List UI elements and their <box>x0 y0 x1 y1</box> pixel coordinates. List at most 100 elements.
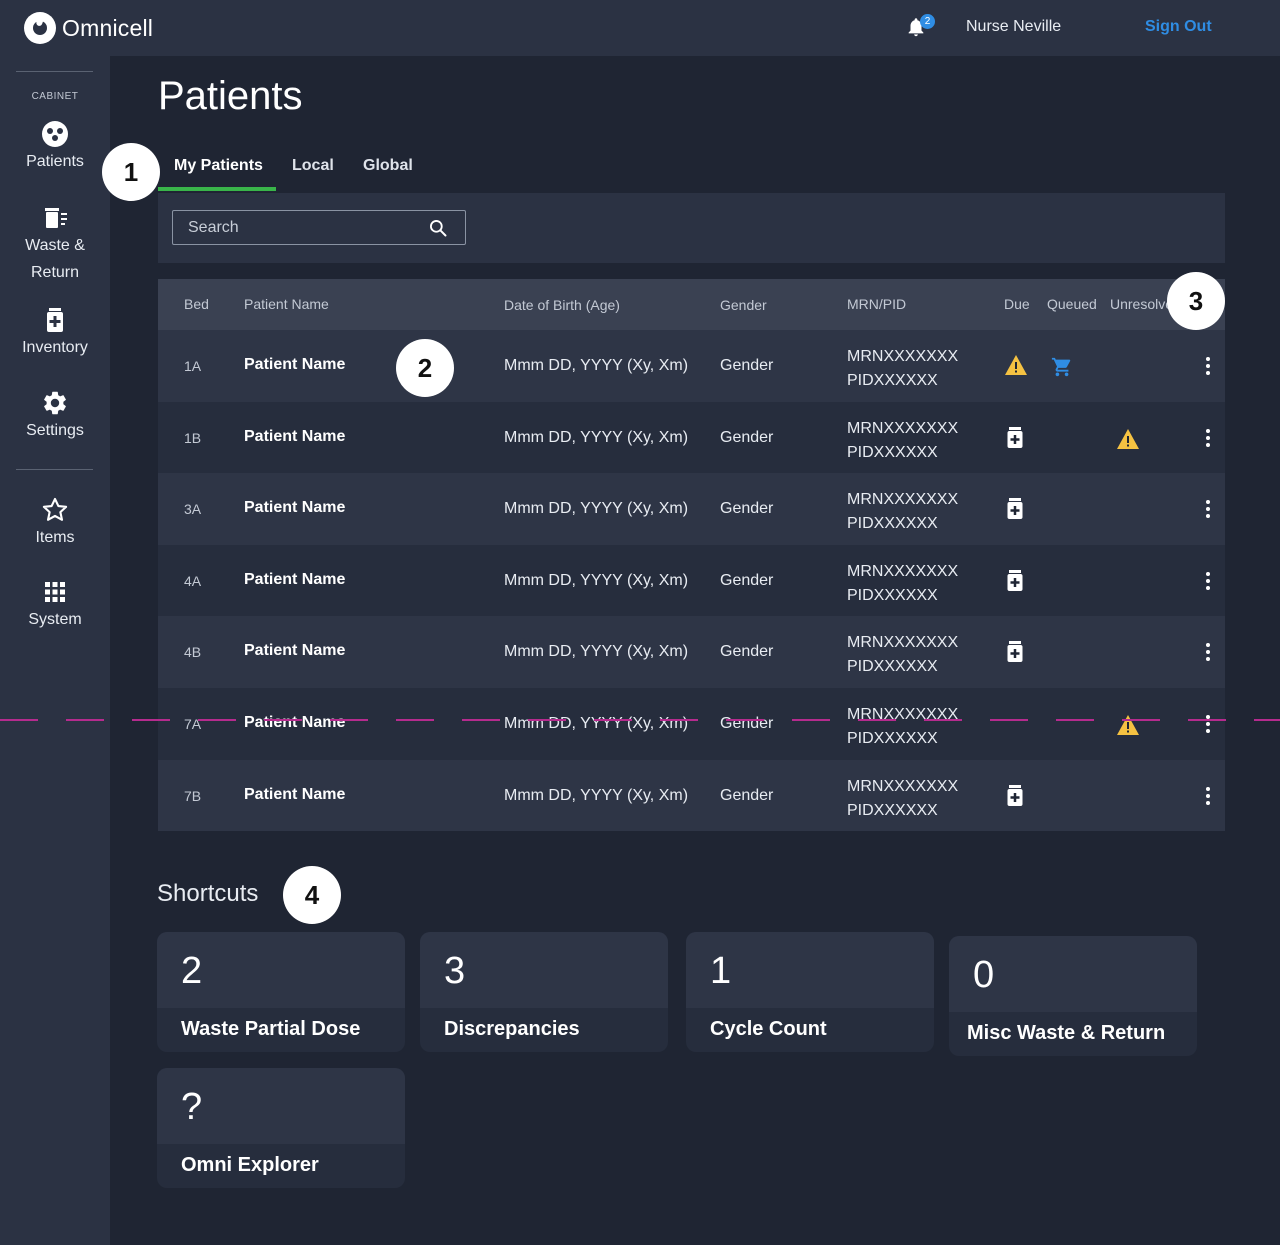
annotation-callout: 2 <box>396 339 454 397</box>
tab-local[interactable]: Local <box>292 157 334 175</box>
warning-icon <box>1005 355 1027 375</box>
table-row[interactable]: 7B Patient Name Mmm DD, YYYY (Xy, Xm) Ge… <box>158 759 1225 832</box>
pid-value: PIDXXXXXX <box>847 372 938 389</box>
sidebar-item-patients[interactable]: Patients <box>0 120 110 175</box>
table-body: 1A Patient Name Mmm DD, YYYY (Xy, Xm) Ge… <box>158 330 1225 832</box>
patient-name-cell[interactable]: Patient Name <box>244 499 345 517</box>
due-cell[interactable] <box>1006 497 1024 526</box>
column-header-patient-name[interactable]: Patient Name <box>244 296 329 312</box>
notification-count-badge: 2 <box>920 14 935 29</box>
mrn-value: MRNXXXXXXX <box>847 562 959 580</box>
shortcut-label: Misc Waste & Return <box>967 1022 1166 1044</box>
table-row[interactable]: 4A Patient Name Mmm DD, YYYY (Xy, Xm) Ge… <box>158 544 1225 617</box>
due-cell[interactable] <box>1006 784 1024 813</box>
mrn-value: MRNXXXXXXX <box>847 634 959 652</box>
table-row[interactable]: 1B Patient Name Mmm DD, YYYY (Xy, Xm) Ge… <box>158 401 1225 474</box>
patients-table: Bed Patient Name Date of Birth (Age) Gen… <box>158 279 1225 832</box>
omnicell-logo[interactable]: Omnicell <box>24 12 153 44</box>
more-options-icon[interactable] <box>1196 354 1220 378</box>
shortcut-card-omni-explorer[interactable]: ? Omni Explorer <box>157 1068 405 1188</box>
table-row[interactable]: 7A Patient Name Mmm DD, YYYY (Xy, Xm) Ge… <box>158 687 1225 760</box>
sidebar-divider <box>16 71 93 72</box>
sidebar-item-waste-return[interactable]: Waste & Return <box>0 204 110 286</box>
due-cell[interactable] <box>1006 640 1024 669</box>
pid-value: PIDXXXXXX <box>847 443 938 461</box>
sidebar-item-system[interactable]: System <box>0 578 110 633</box>
more-options-icon[interactable] <box>1196 712 1220 736</box>
column-header-due[interactable]: Due <box>1004 296 1030 312</box>
medication-icon <box>1007 784 1023 806</box>
due-cell[interactable] <box>1004 354 1028 381</box>
more-options-icon[interactable] <box>1196 497 1220 521</box>
search-icon[interactable] <box>428 218 448 238</box>
search-input[interactable] <box>173 211 423 244</box>
bed-cell: 4B <box>184 644 202 661</box>
table-row[interactable]: 3A Patient Name Mmm DD, YYYY (Xy, Xm) Ge… <box>158 473 1225 545</box>
column-header-gender[interactable]: Gender <box>720 297 767 313</box>
patient-name-cell[interactable]: Patient Name <box>244 714 345 732</box>
column-header-bed[interactable]: Bed <box>184 296 209 312</box>
annotation-callout: 3 <box>1167 272 1225 330</box>
patients-icon <box>42 121 68 147</box>
mrn-pid-cell: MRNXXXXXXX PIDXXXXXX <box>847 703 958 751</box>
column-header-queued[interactable]: Queued <box>1047 296 1097 312</box>
queued-cell[interactable] <box>1051 356 1073 383</box>
sidebar-item-label: Inventory <box>22 339 88 356</box>
table-row[interactable]: 1A Patient Name Mmm DD, YYYY (Xy, Xm) Ge… <box>158 330 1225 402</box>
mrn-pid-cell: MRNXXXXXXX PIDXXXXXX <box>847 417 958 465</box>
search-box <box>172 210 466 245</box>
shortcut-card-discrepancies[interactable]: 3 Discrepancies <box>420 932 668 1052</box>
gender-cell: Gender <box>720 714 774 732</box>
more-options-icon[interactable] <box>1196 569 1220 593</box>
brand-name: Omnicell <box>62 14 154 41</box>
due-cell[interactable] <box>1006 569 1024 598</box>
patient-name-cell[interactable]: Patient Name <box>244 786 345 804</box>
sidebar-item-settings[interactable]: Settings <box>0 389 110 444</box>
shortcut-count: 0 <box>973 954 995 996</box>
patient-name-cell[interactable]: Patient Name <box>244 356 345 374</box>
top-bar: Omnicell 2 Nurse Neville Sign Out <box>0 0 1280 56</box>
column-header-dob[interactable]: Date of Birth (Age) <box>504 297 620 313</box>
bed-cell: 1A <box>184 358 202 374</box>
column-header-unresolved[interactable]: Unresolved <box>1110 296 1170 312</box>
shortcut-label: Omni Explorer <box>181 1154 319 1176</box>
shortcut-label: Waste Partial Dose <box>181 1018 361 1040</box>
grid-icon <box>45 582 65 602</box>
annotation-callout: 4 <box>283 866 341 924</box>
annotation-callout: 1 <box>102 143 160 201</box>
more-options-icon[interactable] <box>1196 784 1220 808</box>
sidebar-caption: CABINET <box>31 91 79 102</box>
gender-cell: Gender <box>720 428 774 446</box>
patient-name-cell[interactable]: Patient Name <box>244 428 345 446</box>
shortcuts-title: Shortcuts <box>157 880 259 907</box>
dob-cell: Mmm DD, YYYY (Xy, Xm) <box>504 428 689 446</box>
unresolved-cell[interactable] <box>1116 428 1140 455</box>
tab-global[interactable]: Global <box>363 157 413 175</box>
medication-icon <box>1007 498 1023 520</box>
mrn-pid-cell: MRNXXXXXXX PIDXXXXXX <box>847 560 958 608</box>
tab-my-patients[interactable]: My Patients <box>174 157 263 175</box>
more-options-icon[interactable] <box>1196 426 1220 450</box>
patient-name-cell[interactable]: Patient Name <box>244 571 345 589</box>
sidebar: CABINET Patients Waste & Return Inventor… <box>0 56 110 1245</box>
table-row[interactable]: 4B Patient Name Mmm DD, YYYY (Xy, Xm) Ge… <box>158 616 1225 688</box>
search-panel <box>158 193 1225 263</box>
shortcut-count: 1 <box>710 950 732 992</box>
more-options-icon[interactable] <box>1196 640 1220 664</box>
medication-icon <box>1007 569 1023 591</box>
sidebar-divider <box>16 469 93 470</box>
dob-cell: Mmm DD, YYYY (Xy, Xm) <box>504 714 689 732</box>
column-header-mrn-pid[interactable]: MRN/PID <box>847 296 906 312</box>
sidebar-item-items[interactable]: Items <box>0 496 110 551</box>
shortcut-card-misc-waste-return[interactable]: 0 Misc Waste & Return <box>949 936 1197 1056</box>
shortcut-card-cycle-count[interactable]: 1 Cycle Count <box>686 932 934 1052</box>
shortcut-card-waste-partial-dose[interactable]: 2 Waste Partial Dose <box>157 932 405 1052</box>
sidebar-item-inventory[interactable]: Inventory <box>0 306 110 361</box>
due-cell[interactable] <box>1006 426 1024 455</box>
shortcut-label: Cycle Count <box>710 1018 827 1040</box>
patient-name-cell[interactable]: Patient Name <box>244 642 345 660</box>
pid-value: PIDXXXXXX <box>847 729 938 747</box>
sign-out-link[interactable]: Sign Out <box>1145 18 1212 36</box>
gender-cell: Gender <box>720 571 774 589</box>
cart-icon <box>1051 357 1071 377</box>
